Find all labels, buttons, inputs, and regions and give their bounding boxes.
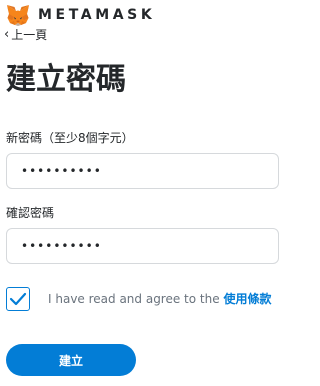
back-link[interactable]: ‹ 上一頁 — [4, 27, 47, 43]
back-label: 上一頁 — [11, 28, 48, 42]
metamask-wordmark: METAMASK — [38, 7, 156, 23]
metamask-fox-icon — [7, 5, 29, 26]
chevron-left-icon: ‹ — [4, 27, 10, 42]
app-header: METAMASK — [6, 4, 155, 26]
terms-checkbox[interactable] — [6, 287, 30, 311]
new-password-label: 新密碼（至少8個字元） — [6, 131, 134, 145]
terms-of-use-link[interactable]: 使用條款 — [223, 292, 271, 306]
checkmark-icon — [9, 292, 27, 306]
terms-text: I have read and agree to the 使用條款 — [48, 291, 271, 307]
confirm-password-field[interactable] — [6, 228, 279, 264]
confirm-password-label: 確認密碼 — [6, 206, 55, 220]
new-password-field[interactable] — [6, 153, 279, 189]
terms-statement: I have read and agree to the — [48, 292, 224, 306]
page-title: 建立密碼 — [6, 62, 126, 97]
terms-agreement: I have read and agree to the 使用條款 — [6, 287, 271, 311]
create-button[interactable]: 建立 — [6, 344, 136, 376]
create-password-page: METAMASK ‹ 上一頁 建立密碼 新密碼（至少8個字元） 確認密碼 I h… — [0, 0, 300, 386]
